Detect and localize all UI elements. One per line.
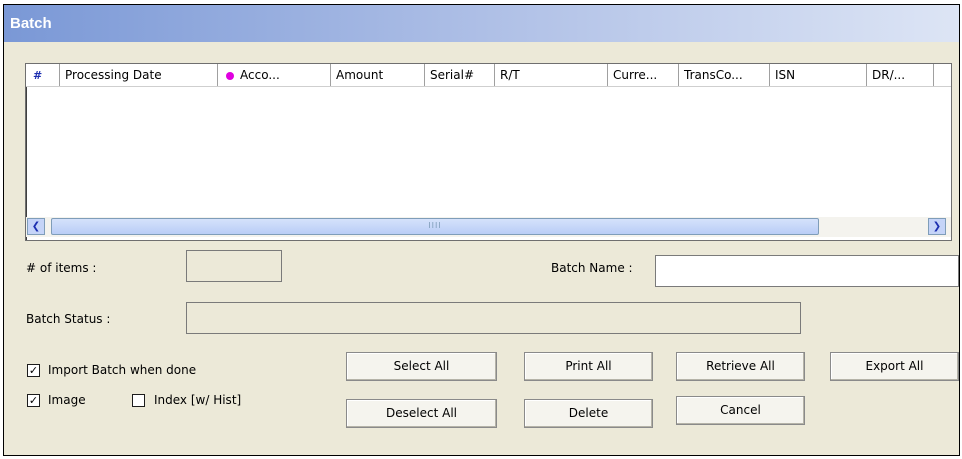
retrieve-all-button[interactable]: Retrieve All (676, 352, 805, 381)
column-header-isn[interactable]: ISN (770, 64, 867, 86)
column-header-transcode[interactable]: TransCo... (679, 64, 770, 86)
scroll-left-button[interactable]: ❮ (27, 218, 45, 235)
scroll-right-button[interactable]: ❯ (928, 218, 946, 235)
column-header-dr[interactable]: DR/... (867, 64, 934, 86)
column-header-account[interactable]: Acco... (218, 64, 331, 86)
items-count-label: # of items : (26, 261, 97, 275)
scroll-thumb[interactable]: IIII (51, 218, 819, 235)
select-all-button[interactable]: Select All (346, 352, 497, 381)
hash-icon: # (33, 69, 43, 82)
image-label: Image (48, 393, 86, 407)
column-header-account-label: Acco... (240, 68, 280, 82)
export-all-button[interactable]: Export All (830, 352, 959, 381)
batch-status-field (186, 302, 801, 334)
magenta-dot-icon (226, 71, 234, 80)
batch-items-list[interactable]: # Processing Date Acco... Amount Serial#… (25, 63, 952, 241)
print-all-button[interactable]: Print All (524, 352, 653, 381)
batch-dialog: Batch # Processing Date Acco... Amount S… (3, 4, 960, 456)
index-hist-label: Index [w/ Hist] (154, 393, 242, 407)
import-batch-checkbox[interactable]: ✓ (27, 364, 40, 377)
import-batch-label: Import Batch when done (48, 363, 197, 377)
index-hist-checkbox[interactable] (132, 394, 145, 407)
batch-status-label: Batch Status : (26, 312, 111, 326)
list-header: # Processing Date Acco... Amount Serial#… (26, 64, 951, 87)
column-header-currency[interactable]: Curre... (608, 64, 679, 86)
image-checkbox[interactable]: ✓ (27, 394, 40, 407)
deselect-all-button[interactable]: Deselect All (346, 399, 497, 428)
batch-name-input[interactable] (655, 255, 959, 287)
column-header-number[interactable]: # (26, 64, 60, 86)
items-count-field (186, 250, 282, 282)
column-header-processing-date[interactable]: Processing Date (60, 64, 218, 86)
horizontal-scrollbar[interactable]: ❮ IIII ❯ (26, 217, 951, 237)
cancel-button[interactable]: Cancel (676, 396, 805, 425)
column-header-rt[interactable]: R/T (495, 64, 608, 86)
column-header-serial[interactable]: Serial# (425, 64, 495, 86)
column-header-amount[interactable]: Amount (331, 64, 425, 86)
batch-name-label: Batch Name : (551, 261, 633, 275)
title-bar[interactable]: Batch (4, 5, 959, 42)
window-title: Batch (10, 15, 52, 32)
delete-button[interactable]: Delete (524, 399, 653, 428)
